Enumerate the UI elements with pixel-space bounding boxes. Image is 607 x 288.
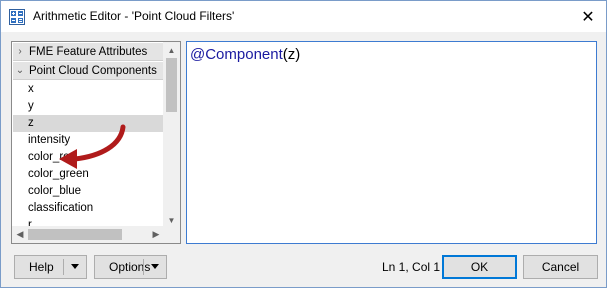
scroll-thumb-horizontal[interactable]	[28, 229, 122, 240]
chevron-right-icon[interactable]: ›	[13, 46, 27, 57]
scrollbar-corner	[163, 226, 180, 243]
options-label: Options	[109, 260, 151, 274]
help-label: Help	[29, 260, 54, 274]
arithmetic-editor-dialog: Arithmetic Editor - 'Point Cloud Filters…	[0, 0, 607, 288]
scroll-up-icon[interactable]: ▲	[163, 42, 180, 58]
calculator-grid-icon	[9, 9, 25, 25]
component-tree: › FME Feature Attributes ⌄ Point Cloud C…	[11, 41, 181, 244]
ok-button[interactable]: OK	[442, 255, 517, 279]
window-title: Arithmetic Editor - 'Point Cloud Filters…	[33, 9, 235, 23]
tree-item-intensity[interactable]: intensity	[13, 132, 163, 149]
close-paren: )	[295, 46, 301, 63]
tree-list: › FME Feature Attributes ⌄ Point Cloud C…	[12, 42, 164, 228]
options-button[interactable]: Options	[94, 255, 167, 279]
chevron-down-icon[interactable]: ⌄	[13, 65, 27, 76]
help-button[interactable]: Help	[14, 255, 87, 279]
expression-editor[interactable]: @Component(z)	[186, 41, 597, 244]
function-name: @Component	[190, 46, 283, 63]
tree-item-y[interactable]: y	[13, 98, 163, 115]
scroll-left-icon[interactable]: ◀	[12, 226, 28, 243]
button-separator	[143, 259, 144, 275]
tree-item-z[interactable]: z	[13, 115, 163, 132]
category-label: FME Feature Attributes	[29, 45, 148, 58]
chevron-down-icon	[151, 264, 159, 269]
scroll-right-icon[interactable]: ▶	[148, 226, 164, 243]
expression-text[interactable]: @Component(z)	[190, 46, 300, 63]
vertical-scrollbar[interactable]: ▲ ▼	[163, 42, 180, 228]
horizontal-scrollbar[interactable]: ◀ ▶	[12, 226, 164, 243]
tree-item-color-green[interactable]: color_green	[13, 166, 163, 183]
tree-item-x[interactable]: x	[13, 81, 163, 98]
title-bar: Arithmetic Editor - 'Point Cloud Filters…	[1, 1, 606, 32]
dialog-content: › FME Feature Attributes ⌄ Point Cloud C…	[1, 32, 606, 287]
category-point-cloud-components[interactable]: ⌄ Point Cloud Components	[13, 62, 163, 80]
tree-item-classification[interactable]: classification	[13, 200, 163, 217]
category-label: Point Cloud Components	[29, 64, 157, 77]
tree-item-color-blue[interactable]: color_blue	[13, 183, 163, 200]
scroll-thumb-vertical[interactable]	[166, 58, 177, 112]
cancel-button[interactable]: Cancel	[523, 255, 598, 279]
cursor-position-status: Ln 1, Col 1	[382, 260, 441, 274]
close-icon[interactable]: ✕	[570, 1, 606, 32]
category-fme-feature-attributes[interactable]: › FME Feature Attributes	[13, 43, 163, 61]
tree-item-color-red[interactable]: color_red	[13, 149, 163, 166]
chevron-down-icon	[71, 264, 79, 269]
button-separator	[63, 259, 64, 275]
